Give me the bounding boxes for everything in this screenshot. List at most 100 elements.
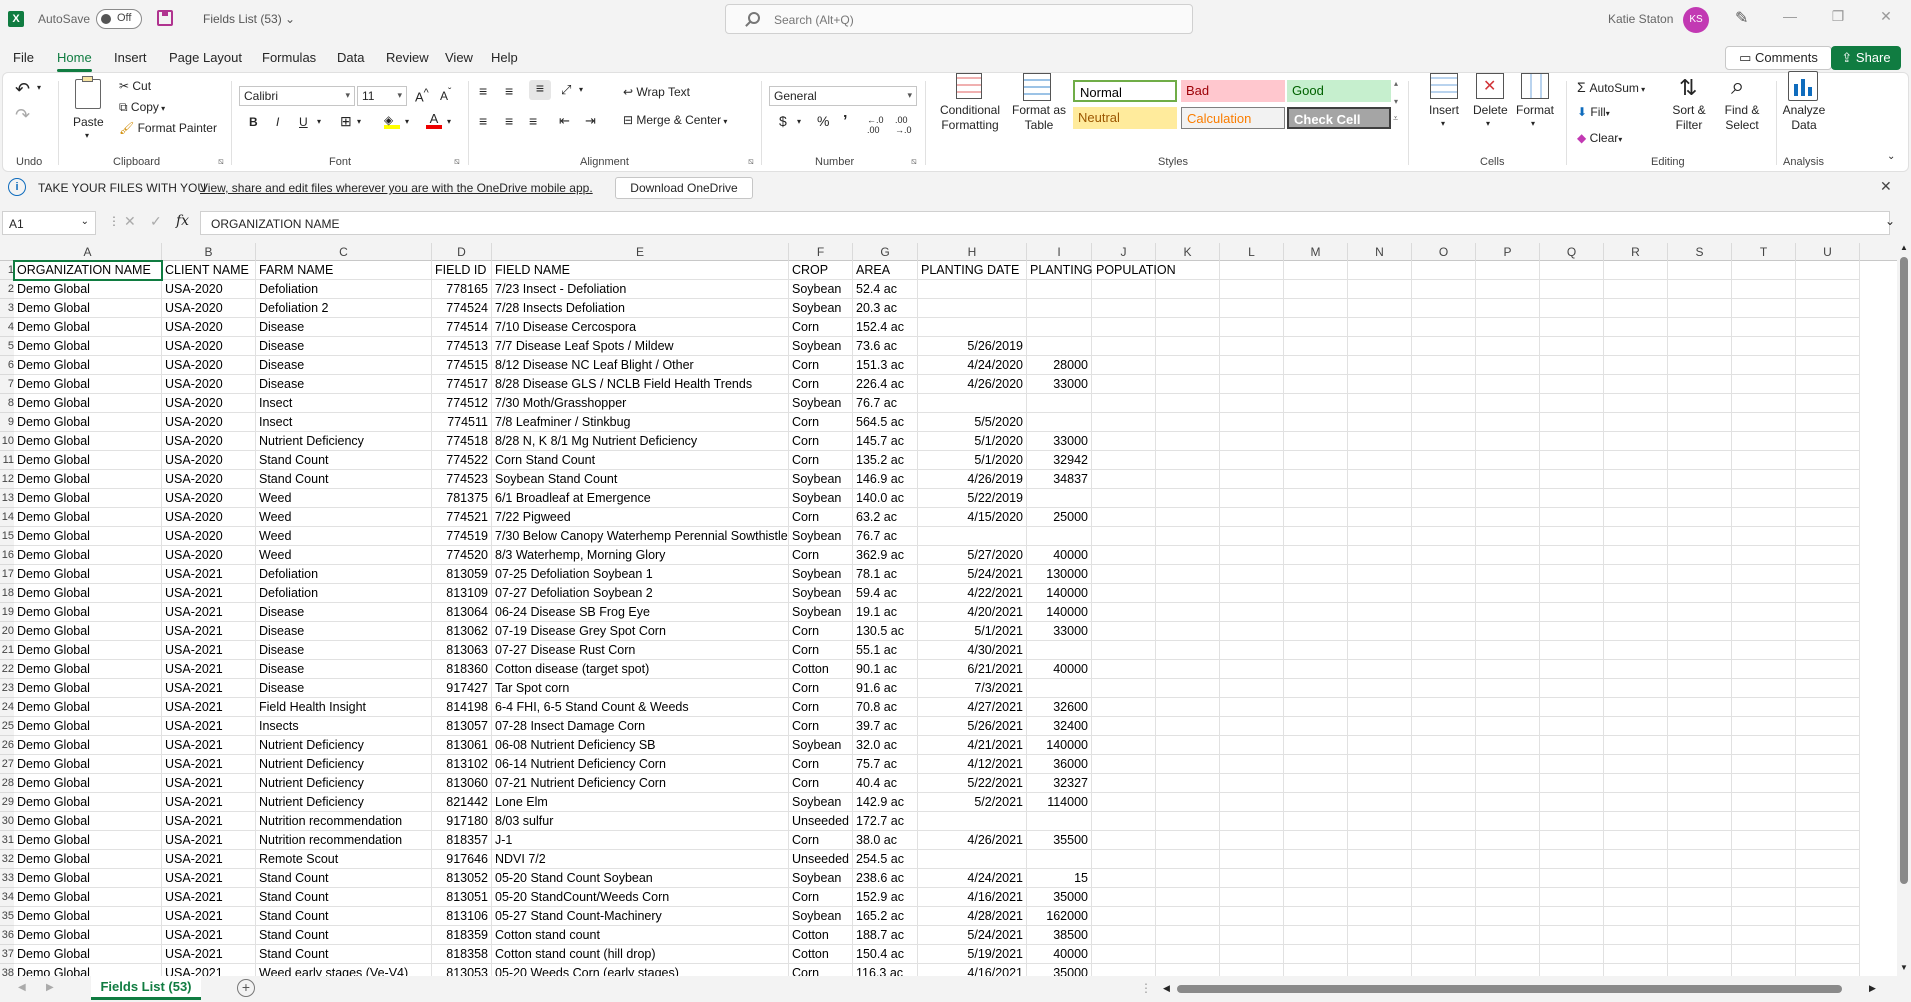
cancel-icon[interactable]: ✕ <box>124 213 136 230</box>
table-cell[interactable] <box>1796 622 1860 641</box>
table-cell[interactable]: Soybean <box>789 299 853 318</box>
table-cell[interactable]: Disease <box>256 622 432 641</box>
row-header[interactable]: 33 <box>0 869 14 888</box>
row-header[interactable]: 38 <box>0 964 14 976</box>
table-cell[interactable]: 813109 <box>432 584 492 603</box>
undo-icon[interactable]: ↶ <box>15 79 30 100</box>
table-cell[interactable] <box>1412 679 1476 698</box>
table-cell[interactable]: 774515 <box>432 356 492 375</box>
table-cell[interactable] <box>1284 945 1348 964</box>
borders-dropdown-icon[interactable]: ▾ <box>357 117 361 126</box>
table-cell[interactable] <box>1412 831 1476 850</box>
table-cell[interactable] <box>1220 660 1284 679</box>
table-cell[interactable]: Disease <box>256 375 432 394</box>
column-header-u[interactable]: U <box>1796 243 1860 261</box>
table-cell[interactable] <box>1796 850 1860 869</box>
table-cell[interactable]: Corn <box>789 717 853 736</box>
table-cell[interactable]: Demo Global <box>14 812 162 831</box>
tab-view[interactable]: View <box>445 50 473 65</box>
table-cell[interactable]: 114000 <box>1027 793 1092 812</box>
table-cell[interactable] <box>1540 584 1604 603</box>
table-cell[interactable]: 07-27 Defoliation Soybean 2 <box>492 584 789 603</box>
table-cell[interactable] <box>1732 451 1796 470</box>
table-cell[interactable] <box>1220 337 1284 356</box>
table-cell[interactable] <box>1220 470 1284 489</box>
table-cell[interactable] <box>1668 413 1732 432</box>
row-header[interactable]: 23 <box>0 679 14 698</box>
table-cell[interactable] <box>1092 375 1156 394</box>
table-cell[interactable]: Cotton stand count (hill drop) <box>492 945 789 964</box>
table-cell[interactable] <box>1156 774 1220 793</box>
table-cell[interactable] <box>1476 299 1540 318</box>
table-cell[interactable]: 07-27 Disease Rust Corn <box>492 641 789 660</box>
table-cell[interactable] <box>1348 736 1412 755</box>
table-cell[interactable]: 4/24/2020 <box>918 356 1027 375</box>
table-cell[interactable] <box>1412 717 1476 736</box>
table-cell[interactable] <box>1220 831 1284 850</box>
table-cell[interactable] <box>1796 812 1860 831</box>
undo-dropdown-icon[interactable]: ▾ <box>37 83 41 92</box>
table-cell[interactable] <box>1476 337 1540 356</box>
table-cell[interactable]: 917180 <box>432 812 492 831</box>
analyze-data-icon[interactable] <box>1788 71 1818 101</box>
table-cell[interactable]: Demo Global <box>14 831 162 850</box>
table-cell[interactable]: 32600 <box>1027 698 1092 717</box>
align-top-icon[interactable]: ≡ <box>479 83 487 99</box>
table-cell[interactable] <box>1092 850 1156 869</box>
table-cell[interactable] <box>1796 945 1860 964</box>
table-cell[interactable] <box>1476 736 1540 755</box>
table-cell[interactable] <box>1092 926 1156 945</box>
table-cell[interactable] <box>1476 565 1540 584</box>
table-cell[interactable] <box>918 394 1027 413</box>
table-cell[interactable] <box>1092 451 1156 470</box>
table-cell[interactable]: Soybean <box>789 907 853 926</box>
table-cell[interactable] <box>1284 679 1348 698</box>
table-cell[interactable]: 06-08 Nutrient Deficiency SB <box>492 736 789 755</box>
table-cell[interactable] <box>1156 907 1220 926</box>
column-header-r[interactable]: R <box>1604 243 1668 261</box>
table-cell[interactable] <box>1284 831 1348 850</box>
font-launcher-icon[interactable]: ⧅ <box>454 156 460 167</box>
table-cell[interactable]: 5/22/2019 <box>918 489 1027 508</box>
table-cell[interactable] <box>1732 869 1796 888</box>
table-cell[interactable]: Disease <box>256 337 432 356</box>
table-cell[interactable] <box>1220 888 1284 907</box>
table-cell[interactable]: Demo Global <box>14 774 162 793</box>
table-cell[interactable]: 4/30/2021 <box>918 641 1027 660</box>
table-cell[interactable] <box>1796 527 1860 546</box>
table-cell[interactable] <box>1412 432 1476 451</box>
table-cell[interactable] <box>1604 698 1668 717</box>
table-cell[interactable] <box>1284 451 1348 470</box>
table-cell[interactable] <box>1092 812 1156 831</box>
table-cell[interactable] <box>1220 394 1284 413</box>
table-cell[interactable] <box>1732 565 1796 584</box>
table-cell[interactable]: Cotton stand count <box>492 926 789 945</box>
table-cell[interactable] <box>1732 698 1796 717</box>
table-cell[interactable] <box>1348 394 1412 413</box>
table-cell[interactable]: 5/19/2021 <box>918 945 1027 964</box>
table-cell[interactable]: 05-27 Stand Count-Machinery <box>492 907 789 926</box>
table-cell[interactable] <box>1156 793 1220 812</box>
table-cell[interactable]: Lone Elm <box>492 793 789 812</box>
tab-review[interactable]: Review <box>386 50 429 65</box>
cut-button[interactable]: ✂ Cut <box>119 79 151 93</box>
column-header-a[interactable]: A <box>14 243 162 261</box>
share-button[interactable]: ⇪ Share <box>1831 46 1901 70</box>
table-cell[interactable] <box>1604 945 1668 964</box>
table-cell[interactable] <box>1540 850 1604 869</box>
table-cell[interactable]: Corn <box>789 622 853 641</box>
row-header[interactable]: 2 <box>0 280 14 299</box>
table-cell[interactable] <box>1220 945 1284 964</box>
table-cell[interactable]: NDVI 7/2 <box>492 850 789 869</box>
table-cell[interactable]: Corn <box>789 356 853 375</box>
table-cell[interactable]: 07-19 Disease Grey Spot Corn <box>492 622 789 641</box>
table-cell[interactable] <box>1092 660 1156 679</box>
table-cell[interactable]: Corn <box>789 413 853 432</box>
table-cell[interactable] <box>1668 394 1732 413</box>
table-cell[interactable]: 813062 <box>432 622 492 641</box>
table-cell[interactable]: Disease <box>256 318 432 337</box>
table-cell[interactable] <box>1092 546 1156 565</box>
table-cell[interactable]: 813064 <box>432 603 492 622</box>
table-cell[interactable] <box>1540 717 1604 736</box>
table-cell[interactable] <box>1540 964 1604 976</box>
